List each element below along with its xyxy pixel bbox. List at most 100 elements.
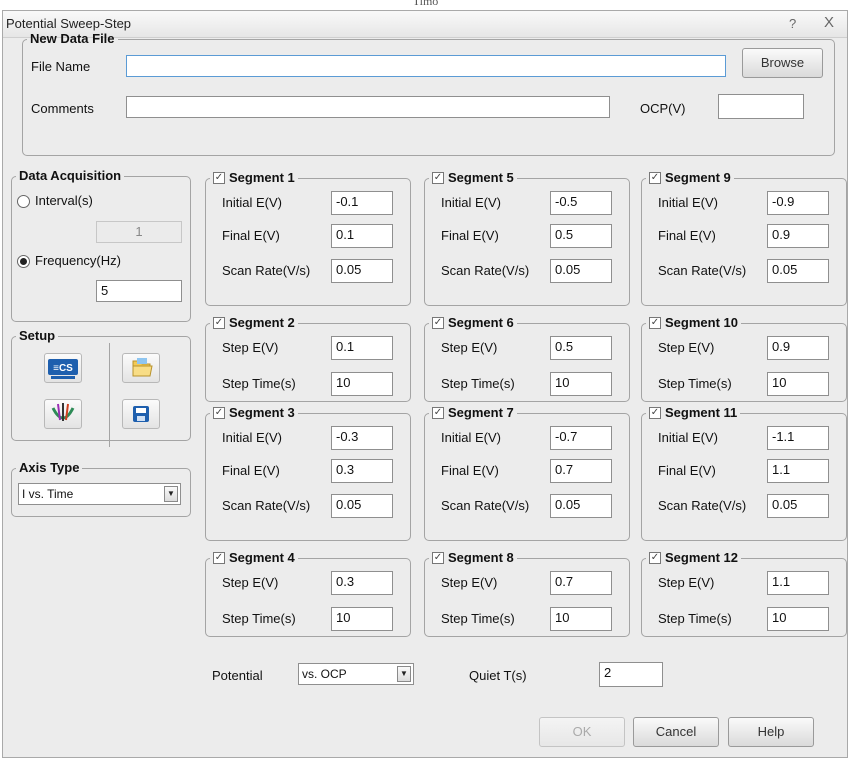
segment-title: Segment 12 bbox=[665, 550, 738, 565]
step-time-input[interactable]: 10 bbox=[331, 372, 393, 396]
potential-label: Potential bbox=[212, 668, 263, 683]
segment-title: Segment 10 bbox=[665, 315, 738, 330]
potential-select[interactable]: vs. OCP ▼ bbox=[298, 663, 414, 685]
scan-rate-input[interactable]: 0.05 bbox=[767, 494, 829, 518]
step-e-label: Step E(V) bbox=[658, 575, 715, 590]
scan-rate-label: Scan Rate(V/s) bbox=[658, 498, 747, 513]
ocp-label: OCP(V) bbox=[640, 101, 686, 116]
file-name-input[interactable] bbox=[126, 55, 726, 77]
comments-label: Comments bbox=[31, 101, 94, 116]
segment-checkbox[interactable]: ✓ bbox=[649, 407, 661, 419]
folder-open-icon bbox=[132, 358, 153, 377]
segment-legend: ✓ Segment 8 bbox=[429, 551, 517, 565]
initial-e-label: Initial E(V) bbox=[441, 430, 501, 445]
electrode-button[interactable] bbox=[44, 399, 82, 429]
segment-title: Segment 4 bbox=[229, 550, 295, 565]
segment-legend: ✓ Segment 12 bbox=[646, 551, 741, 565]
segment-group: ✓ Segment 10 Step E(V) 0.9 Step Time(s) 10 bbox=[641, 316, 847, 402]
ok-button[interactable]: OK bbox=[539, 717, 625, 747]
axis-type-legend: Axis Type bbox=[19, 460, 80, 475]
segment-title: Segment 3 bbox=[229, 405, 295, 420]
final-e-label: Final E(V) bbox=[658, 228, 716, 243]
save-button[interactable] bbox=[122, 399, 160, 429]
dropdown-arrow-icon[interactable]: ▼ bbox=[397, 666, 411, 682]
segment-checkbox[interactable]: ✓ bbox=[432, 407, 444, 419]
interval-radio[interactable] bbox=[17, 195, 30, 208]
quiet-time-input[interactable]: 2 bbox=[599, 662, 663, 687]
initial-e-input[interactable]: -0.1 bbox=[331, 191, 393, 215]
segment-title: Segment 5 bbox=[448, 170, 514, 185]
window-title: Potential Sweep-Step bbox=[6, 16, 132, 31]
initial-e-input[interactable]: -0.7 bbox=[550, 426, 612, 450]
segment-checkbox[interactable]: ✓ bbox=[649, 317, 661, 329]
scan-rate-input[interactable]: 0.05 bbox=[550, 259, 612, 283]
scan-rate-input[interactable]: 0.05 bbox=[331, 494, 393, 518]
scan-rate-input[interactable]: 0.05 bbox=[550, 494, 612, 518]
open-file-button[interactable] bbox=[122, 353, 160, 383]
final-e-input[interactable]: 0.3 bbox=[331, 459, 393, 483]
segment-group: ✓ Segment 3 Initial E(V) -0.3 Final E(V) 0.3 S… bbox=[205, 406, 411, 541]
segment-legend: ✓ Segment 11 bbox=[646, 406, 740, 420]
initial-e-input[interactable]: -0.5 bbox=[550, 191, 612, 215]
scan-rate-label: Scan Rate(V/s) bbox=[441, 498, 530, 513]
step-time-input[interactable]: 10 bbox=[767, 372, 829, 396]
step-e-input[interactable]: 0.5 bbox=[550, 336, 612, 360]
browse-button[interactable]: Browse bbox=[742, 48, 823, 78]
interval-input[interactable]: 1 bbox=[96, 221, 182, 243]
help-icon[interactable]: ? bbox=[789, 16, 796, 31]
cs-icon-text: ≡CS bbox=[53, 363, 73, 374]
step-e-input[interactable]: 0.3 bbox=[331, 571, 393, 595]
step-e-input[interactable]: 1.1 bbox=[767, 571, 829, 595]
cs-device-button[interactable]: ≡CS bbox=[44, 353, 82, 383]
initial-e-input[interactable]: -1.1 bbox=[767, 426, 829, 450]
file-name-label: File Name bbox=[31, 59, 91, 74]
step-e-label: Step E(V) bbox=[222, 575, 279, 590]
data-acquisition-group: Data Acquisition Interval(s) 1 Frequency… bbox=[11, 169, 191, 322]
initial-e-label: Initial E(V) bbox=[658, 195, 718, 210]
step-e-input[interactable]: 0.9 bbox=[767, 336, 829, 360]
final-e-input[interactable]: 0.5 bbox=[550, 224, 612, 248]
segment-checkbox[interactable]: ✓ bbox=[649, 552, 661, 564]
ocp-input[interactable] bbox=[718, 94, 804, 119]
segment-checkbox[interactable]: ✓ bbox=[432, 317, 444, 329]
new-data-file-legend: New Data File bbox=[30, 31, 115, 46]
step-time-input[interactable]: 10 bbox=[331, 607, 393, 631]
quiet-time-label: Quiet T(s) bbox=[469, 668, 527, 683]
final-e-input[interactable]: 0.9 bbox=[767, 224, 829, 248]
scan-rate-input[interactable]: 0.05 bbox=[767, 259, 829, 283]
frequency-input[interactable]: 5 bbox=[96, 280, 182, 302]
frequency-radio[interactable] bbox=[17, 255, 30, 268]
scan-rate-input[interactable]: 0.05 bbox=[331, 259, 393, 283]
segment-legend: ✓ Segment 10 bbox=[646, 316, 741, 330]
close-icon[interactable]: X bbox=[824, 14, 834, 31]
segment-checkbox[interactable]: ✓ bbox=[213, 552, 225, 564]
initial-e-input[interactable]: -0.3 bbox=[331, 426, 393, 450]
final-e-input[interactable]: 0.1 bbox=[331, 224, 393, 248]
dropdown-arrow-icon[interactable]: ▼ bbox=[164, 486, 178, 502]
segment-legend: ✓ Segment 2 bbox=[210, 316, 298, 330]
segment-checkbox[interactable]: ✓ bbox=[213, 172, 225, 184]
step-time-input[interactable]: 10 bbox=[550, 372, 612, 396]
step-e-input[interactable]: 0.1 bbox=[331, 336, 393, 360]
step-time-input[interactable]: 10 bbox=[767, 607, 829, 631]
potential-sweep-step-dialog: Potential Sweep-Step ? X New Data File F… bbox=[2, 10, 848, 758]
segment-checkbox[interactable]: ✓ bbox=[432, 552, 444, 564]
comments-input[interactable] bbox=[126, 96, 610, 118]
final-e-input[interactable]: 1.1 bbox=[767, 459, 829, 483]
segment-checkbox[interactable]: ✓ bbox=[432, 172, 444, 184]
segment-checkbox[interactable]: ✓ bbox=[213, 317, 225, 329]
final-e-input[interactable]: 0.7 bbox=[550, 459, 612, 483]
initial-e-label: Initial E(V) bbox=[441, 195, 501, 210]
help-button[interactable]: Help bbox=[728, 717, 814, 747]
step-time-input[interactable]: 10 bbox=[550, 607, 612, 631]
step-e-input[interactable]: 0.7 bbox=[550, 571, 612, 595]
segment-checkbox[interactable]: ✓ bbox=[649, 172, 661, 184]
cancel-button[interactable]: Cancel bbox=[633, 717, 719, 747]
axis-type-group: Axis Type I vs. Time ▼ bbox=[11, 461, 191, 517]
segment-title: Segment 2 bbox=[229, 315, 295, 330]
segment-checkbox[interactable]: ✓ bbox=[213, 407, 225, 419]
final-e-label: Final E(V) bbox=[441, 463, 499, 478]
segment-title: Segment 9 bbox=[665, 170, 731, 185]
axis-type-select[interactable]: I vs. Time ▼ bbox=[18, 483, 181, 505]
initial-e-input[interactable]: -0.9 bbox=[767, 191, 829, 215]
